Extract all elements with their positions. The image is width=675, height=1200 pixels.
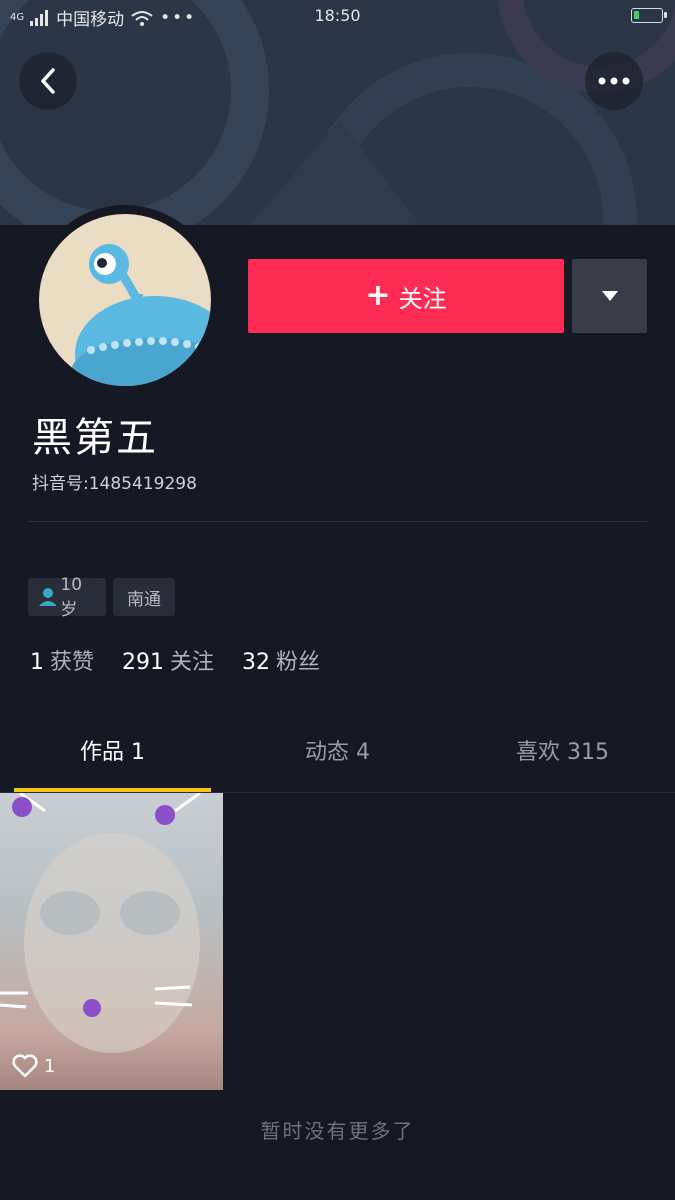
following-stat[interactable]: 291 关注 [122,644,214,676]
location-tag-label: 南通 [127,589,161,610]
likes-count: 1 [30,650,44,675]
location-tag: 南通 [113,578,175,616]
video-likes: 1 [12,1054,55,1078]
caret-down-icon [601,291,618,301]
plus-icon: + [365,278,391,313]
battery-icon [631,8,667,23]
status-bar: 4G 中国移动 ••• 18:50 [0,0,675,32]
tab-likes[interactable]: 喜欢 315 [450,734,675,766]
douyin-id[interactable]: 抖音号:1485419298 [32,469,197,494]
banner-pattern [0,0,675,225]
profile-tabs: 作品 1 动态 4 喜欢 315 [0,710,675,793]
profile-stats: 1 获赞 291 关注 32 粉丝 [30,644,320,676]
avatar-image [39,214,211,386]
video-likes-count: 1 [44,1055,56,1077]
divider [28,521,647,522]
age-tag-label: 10岁 [60,574,83,620]
following-count: 291 [122,650,165,675]
recommend-dropdown-button[interactable] [572,259,647,333]
followers-stat[interactable]: 32 粉丝 [242,644,320,676]
profile-banner: 4G 中国移动 ••• 18:50 [0,0,675,225]
avatar[interactable] [30,205,220,395]
follow-label: 关注 [398,284,447,313]
heart-icon [12,1054,38,1078]
likes-label: 获赞 [50,650,95,675]
back-button[interactable] [19,52,77,110]
age-tag: 10岁 [28,575,106,620]
video-thumbnail-image [0,793,201,1053]
followers-count: 32 [242,650,271,675]
more-dots-icon [598,77,630,85]
chevron-left-icon [41,68,55,94]
likes-stat: 1 获赞 [30,644,94,676]
status-time: 18:50 [314,6,361,25]
followers-label: 粉丝 [276,650,321,675]
more-options-button[interactable] [585,52,643,110]
video-thumbnail[interactable]: 1 [0,793,223,1090]
tab-activity[interactable]: 动态 4 [225,734,450,766]
tab-works[interactable]: 作品 1 [0,734,225,766]
active-tab-indicator [14,788,211,792]
follow-button[interactable]: + 关注 [248,259,564,333]
no-more-content-text: 暂时没有更多了 [260,1119,415,1143]
following-label: 关注 [170,650,215,675]
alien-avatar-illustration [71,244,211,386]
profile-name: 黑第五 [32,415,158,461]
person-icon [39,588,57,606]
